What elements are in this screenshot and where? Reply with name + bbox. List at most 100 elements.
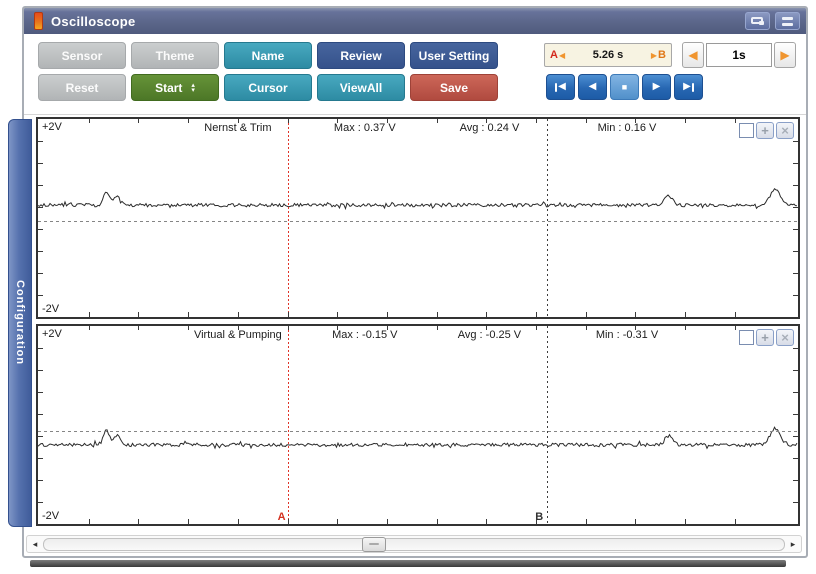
x-axis-tick [635,312,637,317]
channel-close-button[interactable]: × [776,329,794,346]
x-axis-tick [138,519,140,524]
y-axis-tick [793,502,798,503]
channel-stack: +2V -2V Nernst & Trim Max : 0.37 V Avg :… [36,117,800,526]
x-axis-tick [188,312,190,317]
x-axis-tick [386,326,388,330]
y-axis-tick [38,436,43,437]
cursor-b-tag: B [658,49,666,61]
user-setting-button[interactable]: User Setting [410,42,498,69]
x-axis-tick [685,312,687,317]
timebase-decrease-button[interactable]: ◀ [682,42,704,68]
reset-button[interactable]: Reset [38,74,126,101]
max-readout: Max : 0.37 V [333,122,396,134]
skip-to-start-button[interactable]: ◀ [546,74,575,100]
cursor-b-line[interactable] [547,119,549,317]
x-axis-tick [138,312,140,317]
x-axis-tick [237,326,239,330]
channel-select-checkbox[interactable] [739,123,754,138]
y-axis-tick [793,436,798,437]
cursor-a-line[interactable] [287,326,289,524]
configuration-tab[interactable]: Configuration [8,119,32,527]
sensor-button[interactable]: Sensor [38,42,126,69]
channel-close-button[interactable]: × [776,122,794,139]
playback-controls: ◀ ◀ ■ ▶ ▶ [546,74,796,100]
timebase-increase-button[interactable]: ▶ [774,42,796,68]
cursor-b-line[interactable] [547,326,549,524]
channel-expand-button[interactable]: + [756,122,774,139]
x-axis-tick [734,519,736,524]
ab-interval-display[interactable]: A ◀ 5.26 s ▶ B [544,43,672,67]
theme-button[interactable]: Theme [131,42,219,69]
x-axis-tick [287,119,289,123]
waveform-trace [38,426,798,450]
y-axis-tick [38,184,43,186]
titlebar-buttons [745,12,800,30]
timebase-field[interactable]: 1s [706,43,772,67]
x-axis-tick [88,119,90,123]
reference-line [38,220,798,222]
back-icon: ◀ [588,81,597,92]
name-button[interactable]: Name [224,42,312,69]
step-back-icon: ◀ [558,81,566,92]
y-axis-tick [793,348,798,349]
x-axis-tick [188,326,190,330]
x-axis-tick [287,312,289,317]
x-axis-tick [337,326,339,330]
x-axis-tick [188,519,190,524]
channel-select-checkbox[interactable] [739,330,754,345]
left-triangle-icon: ◀ [558,50,566,60]
max-readout: Max : -0.15 V [332,329,398,341]
x-axis-tick [486,326,488,330]
x-axis-tick [337,519,339,524]
x-axis-tick [536,312,538,317]
y-axis-tick [38,273,43,274]
x-axis-tick [486,119,488,123]
display-icon [751,17,764,25]
channel-expand-button[interactable]: + [756,329,774,346]
scrollbar-track[interactable] [43,536,785,552]
stop-button[interactable]: ■ [610,74,639,100]
x-axis-tick [337,312,339,317]
channel-controls: + × [739,329,794,346]
x-axis-tick [734,119,736,123]
y-axis-tick [793,163,798,164]
x-axis-tick [237,119,239,123]
x-axis-tick [685,519,687,524]
time-controls: A ◀ 5.26 s ▶ B ◀ 1s ▶ ◀ ◀ ■ ▶ ▶ [544,42,796,100]
avg-readout: Avg : -0.25 V [457,329,522,341]
step-back-button[interactable]: ◀ [578,74,607,100]
channel-panel-nernst-trim: +2V -2V Nernst & Trim Max : 0.37 V Avg :… [36,117,800,319]
scrollbar-thumb[interactable] [362,536,387,552]
review-button[interactable]: Review [317,42,405,69]
scroll-left-arrow[interactable]: ◂ [30,539,40,549]
x-axis-tick [138,119,140,123]
horizontal-scrollbar[interactable]: ◂ ▸ [26,535,802,553]
scroll-right-arrow[interactable]: ▸ [788,539,798,549]
right-triangle-icon: ▶ [650,50,658,60]
x-axis-tick [386,119,388,123]
start-button-label: Start [155,80,183,95]
y-max-label: +2V [42,121,62,133]
collapse-window-button[interactable] [775,12,800,30]
play-button[interactable]: ▶ [642,74,671,100]
x-axis-tick [337,119,339,123]
oscilloscope-window: Oscilloscope Sensor Theme Name Review Us… [8,6,808,558]
y-axis-tick [793,391,798,393]
cursor-a-line[interactable] [287,119,289,317]
cursor-button[interactable]: Cursor [224,74,312,101]
save-button[interactable]: Save [410,74,498,101]
y-min-label: -2V [42,303,60,315]
capture-window-button[interactable] [745,12,770,30]
x-axis-tick [386,519,388,524]
spinner-icon: ▴ ▾ [191,81,195,94]
y-axis-tick [793,250,798,252]
start-button[interactable]: Start ▴ ▾ [131,74,219,101]
viewall-button[interactable]: ViewAll [317,74,405,101]
channel-controls: + × [739,122,794,139]
x-axis-tick [88,326,90,330]
y-axis-tick [38,502,43,503]
toolbar-buttons: Sensor Theme Name Review User Setting Re… [38,42,498,101]
skip-to-end-button[interactable]: ▶ [674,74,703,100]
x-axis-tick [635,326,637,330]
y-axis-tick [793,141,798,142]
